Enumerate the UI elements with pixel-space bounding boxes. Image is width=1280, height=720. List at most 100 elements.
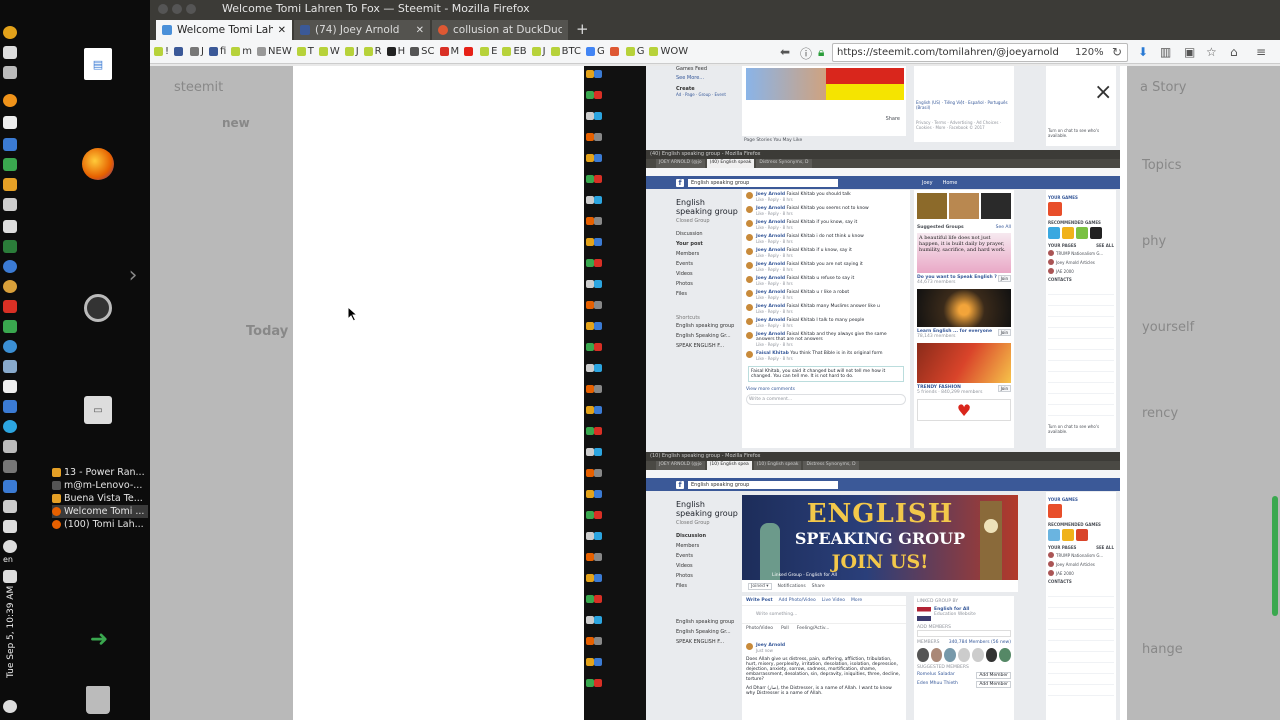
avatar[interactable] <box>746 220 753 227</box>
avatar[interactable] <box>746 234 753 241</box>
member-avatar[interactable] <box>999 648 1012 662</box>
game-icon[interactable] <box>1076 529 1088 541</box>
bookmark-item[interactable]: ! <box>154 46 169 57</box>
fb2-nav-item[interactable]: Videos <box>676 561 738 571</box>
page-item[interactable]: JAE 2000 <box>1048 268 1114 274</box>
fb1-write-comment-input[interactable]: Write a comment... <box>746 394 906 405</box>
avatar[interactable] <box>746 643 753 650</box>
comment-meta[interactable]: Like · Reply · 8 hrs <box>756 295 849 300</box>
member-avatar[interactable] <box>958 648 970 662</box>
fb2-nav-item[interactable]: Photos <box>676 571 738 581</box>
bookmark-item[interactable] <box>464 47 475 56</box>
fb2-post-time[interactable]: Just now <box>756 648 785 653</box>
comment-meta[interactable]: Like · Reply · 8 hrs <box>756 197 851 202</box>
close-lightbox-button[interactable]: × <box>1094 82 1112 104</box>
fb1-reply-draft[interactable]: Faisal Khitab, you said it changed but w… <box>748 366 904 382</box>
member-avatar[interactable] <box>971 648 984 662</box>
fb2-more-tab[interactable]: More <box>851 598 862 603</box>
bookmark-item[interactable]: M <box>439 46 459 57</box>
camera-tray-icon[interactable] <box>3 460 17 473</box>
page-item[interactable]: Joey Arnold Articles <box>1048 259 1114 265</box>
chrome-tray-icon[interactable] <box>3 280 17 293</box>
fb2-write-post-tab[interactable]: Write Post <box>746 598 773 603</box>
task-item[interactable]: Buena Vista Te... <box>52 492 148 505</box>
game-icon[interactable] <box>1048 504 1062 518</box>
fb1-chat-notice[interactable]: Turn on chat to see who's available. <box>1048 424 1114 434</box>
video-thumbnail[interactable] <box>917 193 947 219</box>
fb2-nav-item[interactable]: Files <box>676 581 738 591</box>
network-tray-icon[interactable] <box>3 520 17 533</box>
fb1-heart-image[interactable]: ♥ <box>917 399 1011 421</box>
bookmark-item[interactable]: m <box>231 46 252 57</box>
fb2-notifications-button[interactable]: Notifications <box>778 584 806 589</box>
comment-meta[interactable]: Like · Reply · 8 hrs <box>756 239 864 244</box>
globe-tray-icon[interactable] <box>3 260 17 273</box>
avatar[interactable] <box>746 206 753 213</box>
bookmark-item[interactable]: NEW <box>257 46 292 57</box>
monitor-tray-icon[interactable] <box>3 240 17 253</box>
text-editor-launcher-icon[interactable]: ▤ <box>84 48 112 80</box>
btc-tray-icon[interactable] <box>3 26 17 39</box>
avatar[interactable] <box>746 332 753 339</box>
bookmark-icon[interactable]: ☆ <box>1206 45 1217 59</box>
library-icon[interactable]: ▥ <box>1160 45 1171 59</box>
member-avatar[interactable] <box>944 648 957 662</box>
bookmark-item[interactable]: BTC <box>550 46 581 57</box>
bookmark-item[interactable]: EB <box>502 46 527 57</box>
box-tray-icon[interactable] <box>3 198 17 211</box>
fb1-group-name[interactable]: English speaking group <box>676 198 738 216</box>
fb1-search-input[interactable]: English speaking group <box>688 178 838 187</box>
fb2-feeling-button[interactable]: Feeling/Activ... <box>797 626 830 631</box>
save-icon[interactable]: ▣ <box>1184 45 1195 59</box>
fb2-add-photo-tab[interactable]: Add Photo/Video <box>779 598 816 603</box>
upload-tray-icon[interactable] <box>3 46 17 59</box>
member-avatar[interactable] <box>917 648 929 662</box>
photo-tray-icon[interactable] <box>3 360 17 373</box>
fb2-shortcut-item[interactable]: SPEAK ENGLISH F... <box>676 637 738 647</box>
person-tray-icon[interactable] <box>3 500 17 513</box>
fb1-nav-item[interactable]: Photos <box>676 279 738 289</box>
bookmark-item[interactable]: G <box>585 46 605 57</box>
fb1-shortcut-item[interactable]: English speaking group <box>676 321 738 331</box>
fb2-group-name[interactable]: English speaking group <box>676 500 738 518</box>
steemit-logo[interactable]: steemit <box>174 80 223 95</box>
fb2-pages-see-all[interactable]: SEE ALL <box>1096 545 1114 550</box>
avatar[interactable] <box>746 262 753 269</box>
bookmark-item[interactable] <box>609 47 621 56</box>
member-avatar[interactable] <box>985 648 998 662</box>
bookmark-item[interactable]: E <box>480 46 497 57</box>
avatar[interactable] <box>746 318 753 325</box>
bookmark-item[interactable] <box>174 47 185 56</box>
user-share-launcher-icon[interactable]: ➜ <box>84 624 114 654</box>
facebook-logo-icon[interactable]: f <box>676 480 684 489</box>
page-scrollbar-thumb[interactable] <box>1272 496 1278 616</box>
close-window-button[interactable] <box>158 4 168 14</box>
fb1-see-all-link[interactable]: See All <box>996 225 1011 230</box>
avatar[interactable] <box>746 290 753 297</box>
ubuntu-launcher-icon[interactable] <box>84 294 112 322</box>
terminal-tray-icon[interactable] <box>3 380 17 393</box>
add-member-button[interactable]: Add Member <box>976 681 1011 688</box>
fb2-joined-button[interactable]: Joined ▾ <box>748 582 772 590</box>
bookmark-item[interactable]: fi <box>208 46 226 57</box>
suggested-member-name[interactable]: Romelus Saladar <box>917 672 955 679</box>
facebook-logo-icon[interactable]: f <box>676 178 684 187</box>
fb2-tab[interactable]: (10) English speak <box>753 461 802 470</box>
comment-meta[interactable]: Like · Reply · 8 hrs <box>756 211 869 216</box>
avatar[interactable] <box>746 276 753 283</box>
fb1-user-link[interactable]: Joey <box>922 180 933 186</box>
download-icon[interactable]: ⬇ <box>1138 45 1148 59</box>
wifi-tray-icon[interactable] <box>3 540 17 553</box>
calendar-tray-icon[interactable] <box>3 138 17 151</box>
atom-tray-icon[interactable] <box>3 340 17 353</box>
fb1-nav-item[interactable]: Members <box>676 249 738 259</box>
fb2-write-something-input[interactable]: Write something... <box>742 606 906 623</box>
comment-meta[interactable]: Like · Reply · 8 hrs <box>756 281 854 286</box>
doc-tray-icon[interactable] <box>3 480 17 493</box>
bookmark-item[interactable]: H <box>386 46 405 57</box>
menu-icon[interactable]: ≡ <box>1256 45 1266 59</box>
fb1-join-button[interactable]: Join <box>997 329 1011 336</box>
share-button[interactable]: Share <box>886 116 900 122</box>
avatar[interactable] <box>746 248 753 255</box>
game-icon[interactable] <box>1048 202 1062 216</box>
